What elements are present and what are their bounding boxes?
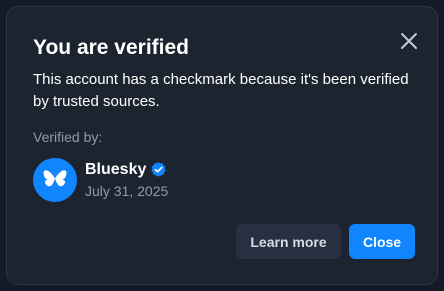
dialog-title: You are verified (33, 36, 190, 59)
dialog-description: This account has a checkmark because it'… (33, 71, 409, 110)
verification-dialog: You are verified This account has a chec… (6, 6, 438, 285)
learn-more-button[interactable]: Learn more (236, 224, 341, 259)
verifier-name: Bluesky (85, 160, 147, 178)
verified-check-icon (150, 161, 167, 178)
close-button[interactable]: Close (349, 224, 415, 259)
verification-date: July 31, 2025 (85, 182, 169, 199)
avatar (33, 158, 77, 202)
verifier: Bluesky July 31, 2025 (33, 158, 168, 202)
close-icon[interactable] (395, 27, 423, 55)
butterfly-icon (43, 170, 67, 187)
verified-by-label: Verified by: (33, 129, 103, 145)
